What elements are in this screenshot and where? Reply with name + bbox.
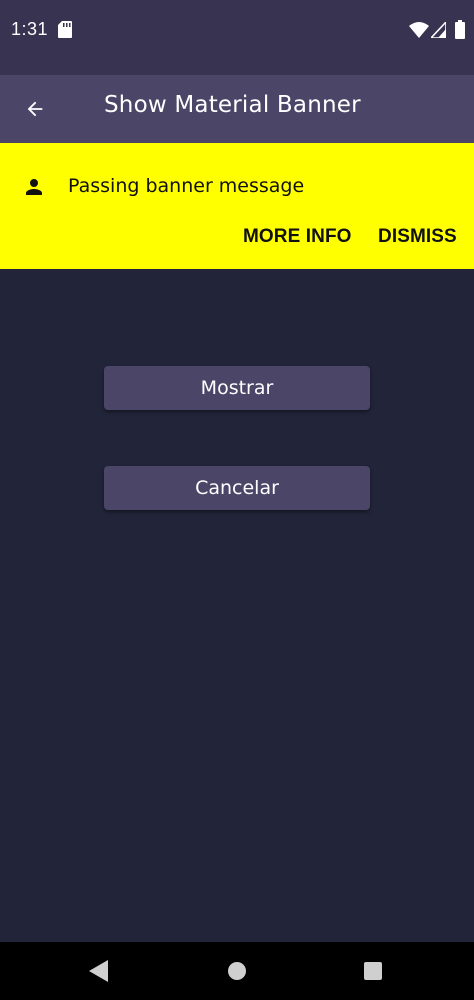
page-title: Show Material Banner [104,92,361,118]
cancel-banner-button[interactable]: Cancelar [104,466,370,510]
battery-icon [455,20,465,39]
wifi-icon [409,22,429,38]
arrow-back-icon [27,101,43,117]
app-bar: Show Material Banner [0,75,474,143]
show-banner-button[interactable]: Mostrar [104,366,370,410]
app-screen: 1:31 Show Material Banner Passing banner… [0,0,474,1000]
nav-back-icon[interactable] [89,960,109,982]
nav-home-icon[interactable] [228,962,246,980]
nav-recents-icon[interactable] [364,962,382,980]
back-button[interactable] [14,88,56,130]
material-banner: Passing banner message MORE INFO DISMISS [0,143,474,269]
more-info-button[interactable]: MORE INFO [243,226,352,248]
status-time: 1:31 [11,19,49,39]
dismiss-button[interactable]: DISMISS [378,226,457,248]
status-bar: 1:31 [0,0,474,75]
person-icon [26,179,42,195]
banner-message: Passing banner message [68,175,305,197]
sd-card-icon [58,21,72,38]
signal-icon [431,22,446,38]
